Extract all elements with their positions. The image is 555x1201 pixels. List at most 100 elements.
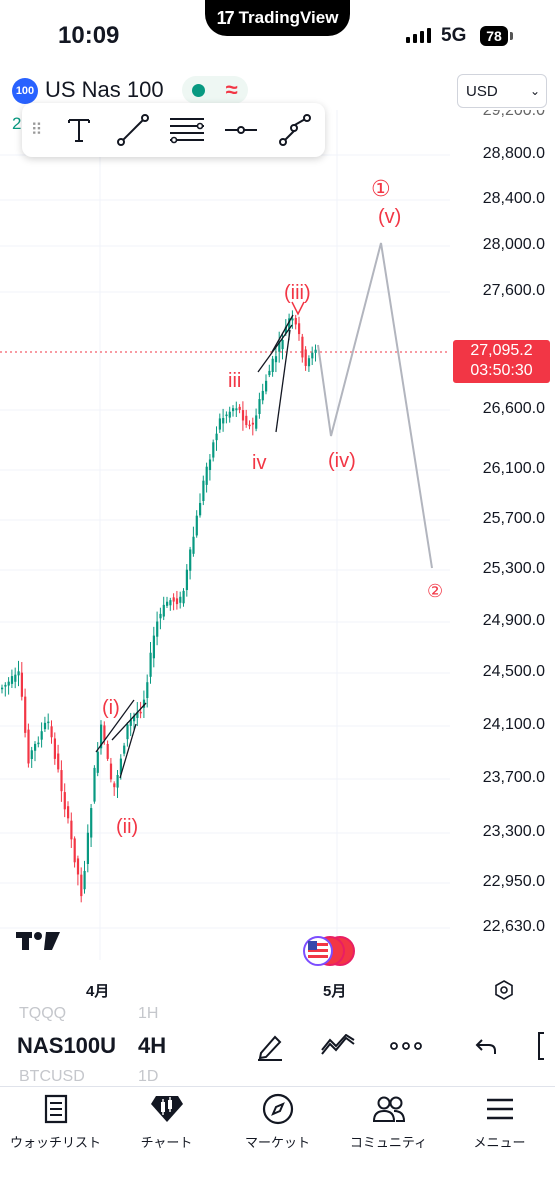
horizontal-ray-icon[interactable] — [214, 103, 268, 157]
drawing-pen-icon[interactable] — [250, 1028, 290, 1064]
candles — [1, 310, 317, 903]
indicator-count: 2 — [12, 114, 22, 133]
more-options-icon[interactable] — [386, 1028, 426, 1064]
candle-body — [24, 696, 27, 733]
watchlist-icon — [0, 1092, 111, 1126]
candle-body — [228, 411, 231, 418]
currency-select[interactable]: USD ⌄ — [457, 74, 547, 108]
economic-events-icon[interactable] — [300, 935, 356, 972]
wave-label-iv: (iv) — [328, 450, 356, 472]
market-status-pill[interactable]: ≈ — [182, 76, 248, 104]
price-label: 25,700.0 — [482, 510, 545, 527]
price-label: 23,700.0 — [482, 769, 545, 786]
text-tool-icon[interactable] — [52, 103, 106, 157]
candle-body — [50, 726, 53, 738]
timeframe-picker[interactable]: 4H — [138, 1033, 166, 1059]
candle-body — [208, 459, 212, 471]
candle-body — [268, 370, 271, 376]
delayed-data-icon: ≈ — [225, 77, 238, 102]
drawing-toolbar: ⠿ — [22, 103, 325, 157]
chart-settings-icon[interactable] — [494, 980, 514, 1005]
candle-body — [179, 596, 182, 603]
app-badge-label: TradingView — [238, 8, 339, 27]
candle-body — [60, 770, 63, 792]
market-open-dot-icon — [192, 83, 206, 97]
tab-markets[interactable]: マーケット — [222, 1092, 333, 1151]
price-label: 22,630.0 — [482, 918, 545, 935]
candle-body — [83, 870, 86, 890]
symbol-picker[interactable]: NAS100U — [17, 1033, 116, 1059]
path-tool-icon[interactable] — [268, 103, 322, 157]
candle-body — [34, 743, 37, 751]
wave-label-circle1: ① — [371, 176, 391, 201]
wave-label-iv-small: iv — [252, 452, 267, 474]
candle-body — [311, 352, 314, 359]
symbol-option-next[interactable]: BTCUSD — [19, 1068, 85, 1086]
candle-body — [123, 745, 126, 754]
price-label: 27,600.0 — [482, 282, 545, 299]
time-label-april: 4月 — [86, 983, 110, 1000]
trend-line-icon[interactable] — [106, 103, 160, 157]
price-label: 24,500.0 — [482, 663, 545, 680]
candle-body — [169, 600, 172, 606]
candle-body — [166, 601, 169, 606]
tab-community[interactable]: コミュニティ — [333, 1092, 444, 1151]
candle-body — [202, 480, 205, 502]
indicators-icon[interactable] — [318, 1028, 358, 1064]
fullscreen-icon[interactable] — [530, 1028, 555, 1064]
undo-icon[interactable] — [466, 1028, 506, 1064]
status-time: 10:09 — [58, 22, 120, 49]
candle-body — [314, 349, 317, 353]
candle-body — [152, 635, 155, 659]
tab-chart[interactable]: チャート — [111, 1092, 222, 1151]
tab-label: メニュー — [473, 1135, 526, 1150]
tab-watchlist[interactable]: ウォッチリスト — [0, 1092, 111, 1151]
chevron-down-icon: ⌄ — [529, 84, 540, 98]
timeframe-option-prev[interactable]: 1H — [138, 1005, 158, 1023]
candle-body — [294, 317, 297, 325]
price-label: 28,000.0 — [482, 236, 545, 253]
candle-body — [139, 711, 142, 714]
symbol-name[interactable]: US Nas 100 — [45, 77, 164, 103]
candle-body — [298, 323, 301, 335]
drag-handle-icon[interactable]: ⠿ — [22, 120, 52, 140]
candle-body — [149, 652, 152, 677]
tab-menu[interactable]: メニュー — [444, 1092, 555, 1151]
candle-body — [185, 569, 188, 591]
battery-icon: 78 — [480, 26, 508, 46]
candle-body — [307, 358, 311, 367]
tradingview-watermark-icon — [16, 926, 60, 960]
candle-body — [30, 750, 33, 759]
candle-body — [109, 763, 113, 780]
price-label: 26,600.0 — [482, 400, 545, 417]
candle-body — [80, 874, 83, 897]
network-type: 5G — [441, 25, 467, 46]
candle-body — [182, 590, 185, 604]
candle-body — [93, 767, 96, 802]
tab-label: チャート — [140, 1135, 193, 1150]
candle-body — [258, 399, 261, 414]
signal-icon — [406, 28, 431, 43]
price-label: 24,900.0 — [482, 612, 545, 629]
wave-label-iii: (iii) — [284, 282, 311, 304]
candle-body — [235, 408, 238, 411]
candle-body — [238, 406, 241, 410]
candle-body — [37, 742, 40, 745]
price-label: 23,300.0 — [482, 823, 545, 840]
last-price-badge: 27,095.2 03:50:30 — [453, 340, 550, 383]
candle-body — [10, 676, 14, 684]
wave-label-i: (i) — [102, 697, 120, 719]
candle-body — [241, 410, 245, 421]
timeframe-option-next[interactable]: 1D — [138, 1068, 158, 1086]
candle-body — [225, 414, 228, 417]
candle-body — [274, 356, 278, 363]
candle-body — [255, 415, 258, 429]
candle-countdown: 03:50:30 — [470, 362, 533, 379]
candle-body — [4, 684, 7, 687]
menu-icon — [444, 1092, 555, 1126]
symbol-option-prev[interactable]: TQQQ — [19, 1005, 66, 1023]
candle-body — [156, 621, 159, 637]
candle-body — [159, 613, 162, 619]
parallel-channel-icon[interactable] — [160, 103, 214, 157]
wave-label-circle2: ② — [427, 581, 444, 601]
